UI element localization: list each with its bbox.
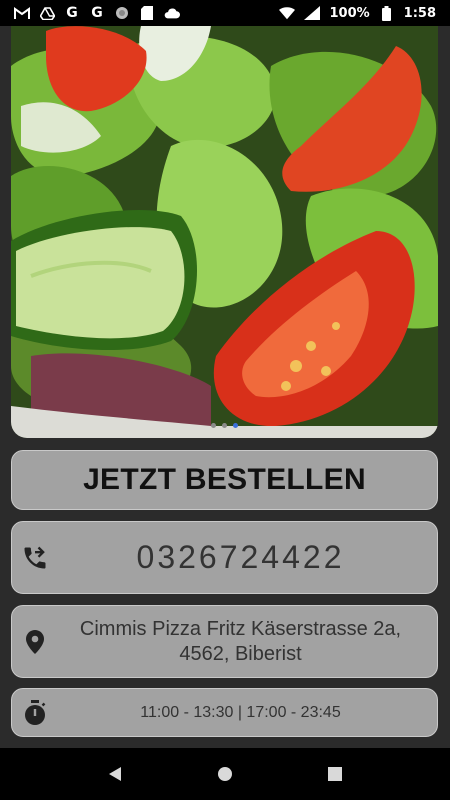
sd-card-icon [139, 5, 155, 21]
wifi-icon [279, 5, 296, 21]
opening-hours-text: 11:00 - 13:30 | 17:00 - 23:45 [140, 703, 341, 721]
google-icon: G [91, 5, 103, 21]
carousel-dot[interactable] [222, 423, 227, 428]
gmail-icon [14, 5, 30, 21]
home-icon[interactable] [205, 754, 245, 794]
recents-icon[interactable] [315, 754, 355, 794]
status-bar: G G 100% 1:58 [0, 0, 450, 26]
circle-icon [114, 5, 130, 21]
system-icons: 100% 1:58 [279, 5, 436, 21]
phone-number[interactable]: 0326724422 [58, 539, 437, 576]
back-icon[interactable] [95, 754, 135, 794]
clock: 1:58 [403, 5, 436, 21]
address-row[interactable]: Cimmis Pizza Fritz Käserstrasse 2a, 4562… [11, 605, 438, 678]
address-text[interactable]: Cimmis Pizza Fritz Käserstrasse 2a, 4562… [58, 617, 437, 667]
google-icon: G [66, 5, 78, 21]
opening-hours-row: 11:00 - 13:30 | 17:00 - 23:45 [11, 688, 438, 737]
order-now-label: JETZT BESTELLEN [83, 463, 366, 496]
carousel-indicator [11, 423, 438, 428]
phone-row[interactable]: 0326724422 [11, 521, 438, 594]
order-now-button[interactable]: JETZT BESTELLEN [11, 450, 438, 510]
navigation-bar [0, 748, 450, 800]
salad-image [11, 26, 438, 438]
signal-icon [304, 5, 321, 21]
notification-icons: G G [14, 5, 180, 21]
stopwatch-icon [12, 699, 58, 726]
phone-forward-icon [12, 544, 58, 572]
drive-icon [39, 5, 55, 21]
cloud-icon [164, 5, 180, 21]
battery-icon [379, 5, 395, 21]
carousel-dot[interactable] [211, 423, 216, 428]
image-carousel[interactable] [11, 26, 438, 438]
location-pin-icon [12, 629, 58, 654]
battery-percentage: 100% [329, 5, 370, 21]
carousel-dot-active[interactable] [233, 423, 238, 428]
